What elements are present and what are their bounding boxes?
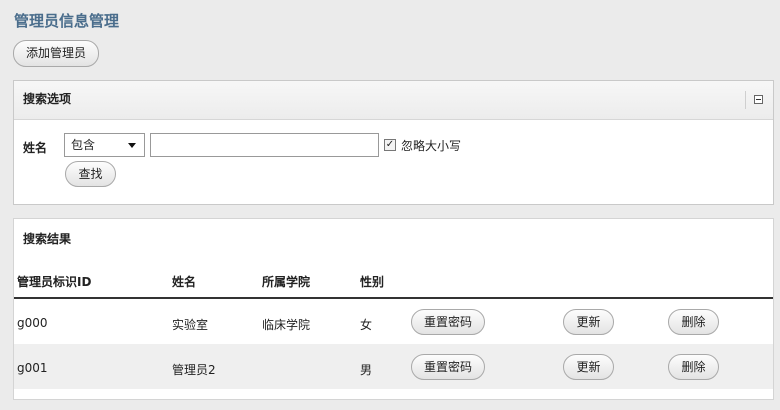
name-label: 姓名 [23, 141, 48, 155]
update-button[interactable]: 更新 [563, 309, 614, 335]
search-panel: 搜索选项 姓名 包含 ✓ 忽略大小写 查找 [13, 80, 774, 205]
update-button[interactable]: 更新 [563, 354, 614, 380]
cell-id: g000 [17, 316, 48, 330]
cell-name: 管理员2 [172, 363, 216, 377]
reset-password-button[interactable]: 重置密码 [411, 309, 485, 335]
page-title: 管理员信息管理 [14, 12, 120, 30]
column-header-college: 所属学院 [262, 275, 311, 289]
results-table: 管理员标识ID 姓名 所属学院 性别 g000 实验室 临床学院 女 重置密码 … [14, 263, 773, 389]
cell-gender: 男 [360, 363, 373, 377]
cell-college: 临床学院 [262, 318, 311, 332]
column-header-name: 姓名 [172, 275, 197, 289]
cell-name: 实验室 [172, 318, 209, 332]
column-header-id: 管理员标识ID [17, 275, 92, 289]
search-button[interactable]: 查找 [65, 161, 116, 187]
delete-button[interactable]: 删除 [668, 354, 719, 380]
collapse-icon[interactable] [754, 95, 763, 104]
search-input[interactable] [150, 133, 379, 157]
match-mode-select[interactable]: 包含 [64, 133, 145, 157]
delete-button[interactable]: 删除 [668, 309, 719, 335]
results-title: 搜索结果 [23, 232, 72, 246]
reset-password-button[interactable]: 重置密码 [411, 354, 485, 380]
results-panel: 搜索结果 管理员标识ID 姓名 所属学院 性别 g000 实验室 临床学院 女 … [13, 218, 774, 400]
cell-id: g001 [17, 361, 48, 375]
add-admin-button[interactable]: 添加管理员 [13, 40, 99, 67]
cell-gender: 女 [360, 318, 373, 332]
ignore-case-label: 忽略大小写 [401, 139, 462, 153]
match-mode-value: 包含 [71, 138, 96, 152]
search-panel-header: 搜索选项 [14, 81, 773, 120]
ignore-case-checkbox[interactable]: ✓ [384, 139, 396, 151]
search-panel-title: 搜索选项 [23, 92, 72, 106]
table-header: 管理员标识ID 姓名 所属学院 性别 [14, 263, 773, 299]
chevron-down-icon [128, 143, 136, 148]
collapse-divider [745, 91, 746, 109]
table-row: g000 实验室 临床学院 女 重置密码 更新 删除 [14, 299, 773, 344]
table-row: g001 管理员2 男 重置密码 更新 删除 [14, 344, 773, 389]
column-header-gender: 性别 [360, 275, 385, 289]
